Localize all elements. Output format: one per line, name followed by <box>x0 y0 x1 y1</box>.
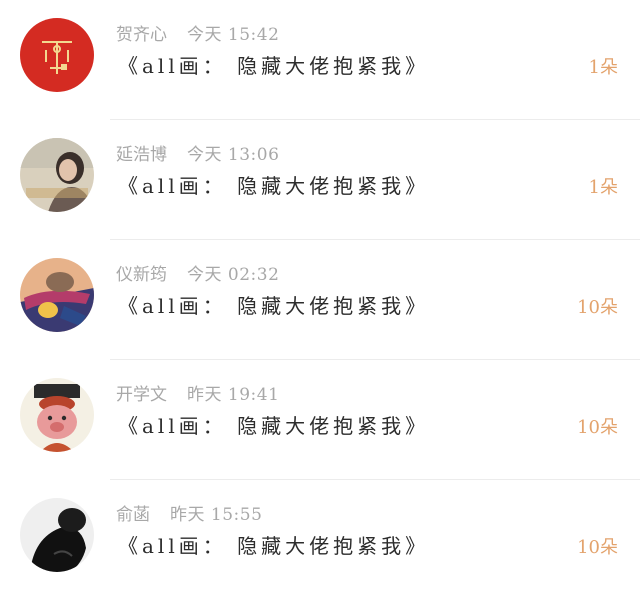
girl-portrait-avatar-icon[interactable] <box>20 138 94 212</box>
dark-silhouette-avatar-icon[interactable] <box>20 498 94 572</box>
flower-count: 10朵 <box>577 537 618 558</box>
timestamp: 今天 15:42 <box>187 24 280 45</box>
list-item[interactable]: 仪新筠 今天 02:32 《all画： 隐藏大佬抱紧我》 10朵 <box>0 240 640 360</box>
item-meta: 俞菡 昨天 15:55 <box>116 500 263 525</box>
list-item[interactable]: 延浩博 今天 13:06 《all画： 隐藏大佬抱紧我》 1朵 <box>0 120 640 240</box>
user-name[interactable]: 贺齐心 <box>116 20 167 45</box>
timestamp: 今天 13:06 <box>187 144 280 165</box>
book-title[interactable]: 《all画： 隐藏大佬抱紧我》 <box>118 532 429 560</box>
user-name[interactable]: 延浩博 <box>116 140 167 165</box>
item-meta: 开学文 昨天 19:41 <box>116 380 280 405</box>
flower-count: 1朵 <box>588 177 618 198</box>
game-character-avatar-icon[interactable] <box>20 258 94 332</box>
book-title[interactable]: 《all画： 隐藏大佬抱紧我》 <box>118 412 429 440</box>
timestamp: 今天 02:32 <box>187 264 280 285</box>
item-meta: 贺齐心 今天 15:42 <box>116 20 280 45</box>
gift-record-list: 贺齐心 今天 15:42 《all画： 隐藏大佬抱紧我》 1朵 延浩博 今天 1… <box>0 0 640 594</box>
list-item[interactable]: 开学文 昨天 19:41 《all画： 隐藏大佬抱紧我》 10朵 <box>0 360 640 480</box>
book-title[interactable]: 《all画： 隐藏大佬抱紧我》 <box>118 52 429 80</box>
timestamp: 昨天 19:41 <box>187 384 280 405</box>
flower-count: 10朵 <box>577 297 618 318</box>
book-title[interactable]: 《all画： 隐藏大佬抱紧我》 <box>118 292 429 320</box>
flower-count: 10朵 <box>577 417 618 438</box>
user-name[interactable]: 开学文 <box>116 380 167 405</box>
user-name[interactable]: 俞菡 <box>116 500 150 525</box>
cartoon-pig-avatar-icon[interactable] <box>20 378 94 452</box>
list-item[interactable]: 贺齐心 今天 15:42 《all画： 隐藏大佬抱紧我》 1朵 <box>0 0 640 120</box>
book-title[interactable]: 《all画： 隐藏大佬抱紧我》 <box>118 172 429 200</box>
timestamp: 昨天 15:55 <box>170 504 263 525</box>
red-seal-avatar-icon[interactable] <box>20 18 94 92</box>
item-meta: 延浩博 今天 13:06 <box>116 140 280 165</box>
user-name[interactable]: 仪新筠 <box>116 260 167 285</box>
list-item[interactable]: 俞菡 昨天 15:55 《all画： 隐藏大佬抱紧我》 10朵 <box>0 480 640 600</box>
item-meta: 仪新筠 今天 02:32 <box>116 260 280 285</box>
flower-count: 1朵 <box>588 57 618 78</box>
